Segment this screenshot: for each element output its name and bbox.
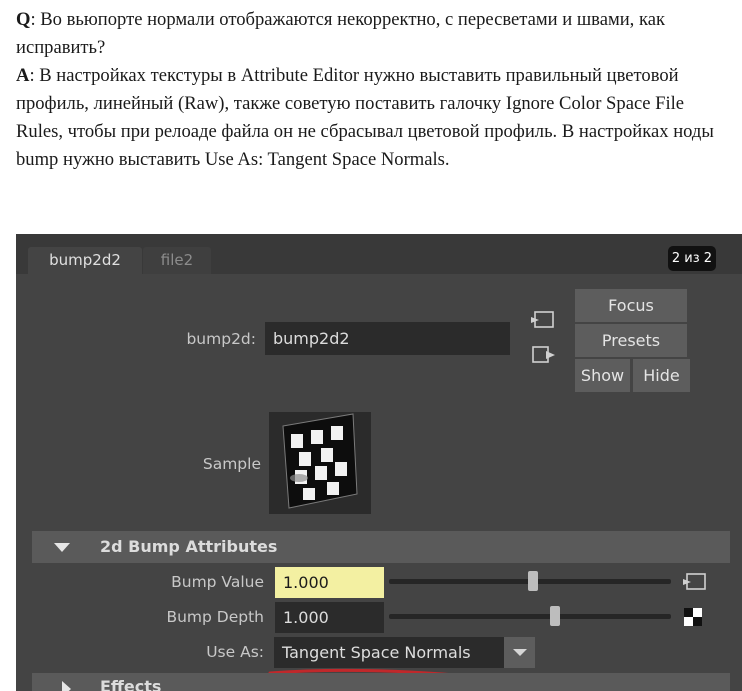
bump-depth-slider-thumb[interactable] xyxy=(550,606,561,626)
qa-text: Q: Во вьюпорте нормали отображаются неко… xyxy=(16,6,728,174)
show-button[interactable]: Show xyxy=(575,359,630,392)
tab-file2[interactable]: file2 xyxy=(143,247,211,274)
answer-text: : В настройках текстуры в Attribute Edit… xyxy=(16,65,714,170)
output-connections-icon[interactable] xyxy=(530,345,556,365)
attribute-editor-panel: bump2d2 file2 2 из 2 bump2d: bump2d2 Foc… xyxy=(16,234,742,691)
sample-swatch xyxy=(269,412,371,514)
node-name-field[interactable]: bump2d2 xyxy=(265,322,510,355)
use-as-label: Use As: xyxy=(206,643,264,661)
bump-sample-preview xyxy=(282,413,358,509)
node-type-label: bump2d: xyxy=(186,330,256,348)
answer-paragraph: A: В настройках текстуры в Attribute Edi… xyxy=(16,62,728,174)
sample-label: Sample xyxy=(202,455,261,473)
effects-section-header[interactable]: Effects xyxy=(32,673,730,691)
question-paragraph: Q: Во вьюпорте нормали отображаются неко… xyxy=(16,6,728,62)
collapse-triangle-icon xyxy=(54,543,70,552)
bump-depth-label: Bump Depth xyxy=(166,608,264,626)
input-connections-icon[interactable] xyxy=(530,310,556,330)
map-input-icon[interactable] xyxy=(682,572,708,592)
bump-value-label: Bump Value xyxy=(171,573,264,591)
bump-depth-slider-track[interactable] xyxy=(389,614,671,619)
section-title: 2d Bump Attributes xyxy=(100,537,278,556)
effects-section-title: Effects xyxy=(100,677,162,691)
gallery-counter-badge: 2 из 2 xyxy=(668,246,716,271)
question-label: Q xyxy=(16,9,31,30)
hide-button[interactable]: Hide xyxy=(633,359,690,392)
expand-triangle-icon xyxy=(62,681,71,691)
bump-attributes-section-header[interactable]: 2d Bump Attributes xyxy=(32,531,730,563)
bump-value-field[interactable]: 1.000 xyxy=(275,567,384,598)
checker-texture-icon[interactable] xyxy=(683,607,703,627)
answer-label: A xyxy=(16,65,30,86)
question-text: : Во вьюпорте нормали отображаются некор… xyxy=(16,9,666,58)
focus-button[interactable]: Focus xyxy=(575,289,687,322)
bump-depth-field[interactable]: 1.000 xyxy=(275,602,384,633)
tab-bump2d2[interactable]: bump2d2 xyxy=(28,247,142,274)
tab-bar: bump2d2 file2 2 из 2 xyxy=(16,234,742,274)
bump-value-slider-thumb[interactable] xyxy=(527,571,538,591)
presets-button[interactable]: Presets xyxy=(575,324,687,357)
